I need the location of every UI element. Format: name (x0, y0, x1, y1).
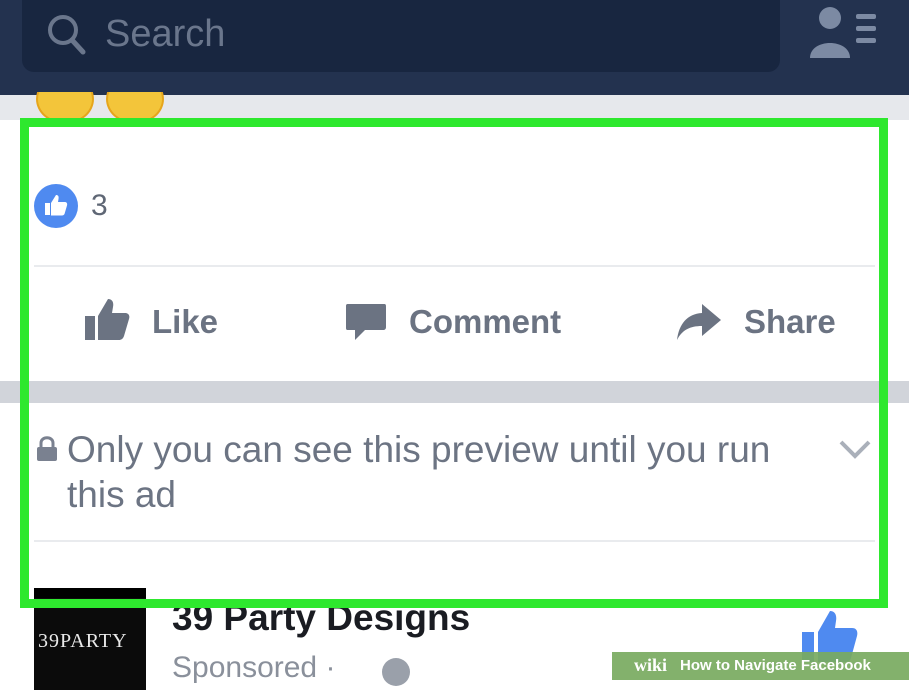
top-navigation-bar: Search (0, 0, 909, 95)
wikihow-watermark: wiki How to Navigate Facebook (612, 652, 909, 680)
friend-requests-icon[interactable] (806, 4, 878, 60)
wow-emoji-icon (36, 92, 94, 120)
sponsored-label: Sponsored · (172, 651, 336, 684)
globe-icon (382, 658, 410, 686)
highlight-box (20, 118, 888, 608)
haha-emoji-icon (106, 92, 164, 120)
search-input[interactable]: Search (105, 10, 225, 58)
search-icon (48, 15, 86, 55)
reaction-emoji-row (34, 92, 184, 120)
